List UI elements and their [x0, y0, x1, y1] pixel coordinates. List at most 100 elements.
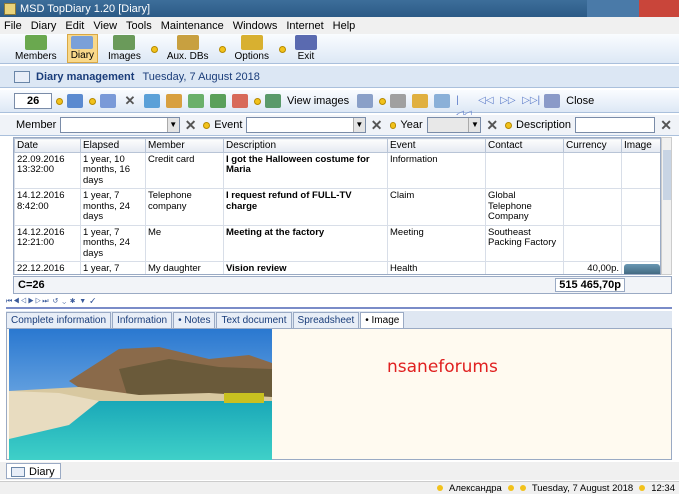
tab-complete-information[interactable]: Complete information — [6, 312, 112, 328]
maximize-button[interactable] — [613, 0, 639, 17]
clear-description-icon[interactable]: ✕ — [659, 118, 673, 132]
event-filter-label: Event — [214, 119, 243, 131]
previous-record-icon[interactable]: ◁◁ — [478, 94, 494, 108]
detail-tabs: Complete information Information • Notes… — [6, 311, 672, 328]
module-header: Diary management Tuesday, 7 August 2018 — [0, 66, 679, 88]
close-window-button[interactable] — [639, 0, 679, 17]
options-button[interactable]: Options — [232, 34, 272, 63]
chevron-down-icon[interactable]: ▼ — [468, 118, 481, 132]
cell-event: Meeting — [387, 224, 486, 262]
status-time: 12:34 — [651, 482, 675, 494]
menu-edit[interactable]: Edit — [65, 20, 84, 32]
chevron-down-icon[interactable]: ▼ — [352, 118, 365, 132]
view-images-label[interactable]: View images — [287, 95, 349, 107]
next-record-icon[interactable]: ▷▷ — [500, 94, 516, 108]
col-elapsed[interactable]: Elapsed — [80, 138, 146, 153]
clear-member-icon[interactable]: ✕ — [184, 118, 198, 132]
beach-photo[interactable] — [9, 329, 272, 460]
menu-internet[interactable]: Internet — [286, 20, 323, 32]
info-icon[interactable] — [100, 94, 116, 108]
currency-total: 515 465,70р — [555, 278, 625, 292]
book-icon — [11, 466, 25, 477]
record-count-field[interactable]: 26 — [14, 93, 52, 109]
minimize-button[interactable] — [587, 0, 613, 17]
menu-file[interactable]: File — [4, 20, 22, 32]
ship-icon[interactable] — [357, 94, 374, 108]
tab-text-document[interactable]: Text document — [216, 312, 292, 328]
monitor-icon[interactable] — [144, 94, 160, 108]
last-record-icon[interactable]: ▷▷| — [522, 94, 540, 108]
window-tab-label: Diary — [29, 465, 55, 478]
view-images-icon[interactable] — [265, 94, 281, 108]
menu-maintenance[interactable]: Maintenance — [161, 20, 224, 32]
col-image[interactable]: Image — [621, 138, 660, 153]
menu-view[interactable]: View — [93, 20, 117, 32]
window-tab-diary[interactable]: Diary — [6, 463, 61, 479]
member-filter-select[interactable]: ▼ — [60, 117, 180, 133]
members-button[interactable]: Members — [12, 34, 60, 63]
table-row[interactable]: 22.12.2016 13:14:00 1 year, 7 months, 16… — [14, 260, 660, 274]
edit-icon[interactable] — [166, 94, 182, 108]
scrollbar-thumb[interactable] — [663, 150, 671, 200]
cell-elapsed: 1 year, 10 months, 16 days — [80, 151, 146, 190]
close-label[interactable]: Close — [566, 95, 594, 107]
images-button[interactable]: Images — [105, 34, 144, 63]
exit-button[interactable]: Exit — [292, 34, 320, 63]
member-filter-label: Member — [16, 119, 57, 131]
table-row[interactable]: 14.12.2016 8:42:00 1 year, 7 months, 24 … — [14, 188, 660, 226]
table-row[interactable]: 14.12.2016 12:21:00 1 year, 7 months, 24… — [14, 224, 660, 262]
col-currency[interactable]: Currency — [563, 138, 622, 153]
tab-information[interactable]: Information — [112, 312, 173, 328]
status-date: Tuesday, 7 August 2018 — [531, 482, 634, 494]
menu-tools[interactable]: Tools — [126, 20, 152, 32]
menu-diary[interactable]: Diary — [31, 20, 57, 32]
grid-scrollbar[interactable] — [661, 137, 672, 275]
cell-elapsed: 1 year, 7 months, 24 days — [80, 188, 146, 226]
col-date[interactable]: Date — [14, 138, 81, 153]
copy-record-icon[interactable] — [210, 94, 226, 108]
clear-event-icon[interactable]: ✕ — [370, 118, 384, 132]
search-icon[interactable] — [434, 94, 451, 108]
images-icon — [113, 35, 136, 50]
module-title: Diary management — [36, 70, 135, 83]
tab-notes[interactable]: • Notes — [173, 312, 216, 328]
menu-windows[interactable]: Windows — [233, 20, 278, 32]
light-icon[interactable] — [412, 94, 429, 108]
diary-button[interactable]: Diary — [66, 34, 99, 63]
cell-member: Me — [145, 224, 224, 262]
col-event[interactable]: Event — [387, 138, 486, 153]
window-title: MSD TopDiary 1.20 [Diary] — [20, 2, 151, 15]
tab-spreadsheet[interactable]: Spreadsheet — [292, 312, 360, 328]
splitter[interactable] — [6, 307, 672, 309]
first-record-icon[interactable]: |◁◁ — [456, 94, 472, 120]
menu-help[interactable]: Help — [333, 20, 356, 32]
aux-dbs-button[interactable]: Aux. DBs — [164, 34, 212, 63]
members-icon — [24, 35, 47, 50]
close-icon[interactable] — [544, 94, 561, 108]
cell-date: 14.12.2016 8:42:00 — [14, 188, 81, 226]
diary-icon — [71, 36, 94, 49]
status-user: Александра — [448, 482, 502, 494]
cell-contact — [485, 260, 564, 274]
remove-record-icon[interactable] — [232, 94, 248, 108]
separator-dot — [278, 46, 286, 53]
delete-icon[interactable]: ✕ — [122, 94, 138, 108]
col-contact[interactable]: Contact — [485, 138, 564, 153]
table-row[interactable]: 22.09.2016 13:32:00 1 year, 10 months, 1… — [14, 151, 660, 190]
col-member[interactable]: Member — [145, 138, 224, 153]
cloud-icon[interactable] — [390, 94, 407, 108]
cell-image — [621, 224, 660, 262]
add-record-icon[interactable] — [188, 94, 204, 108]
list-view-icon[interactable] — [67, 94, 83, 108]
col-description[interactable]: Description — [223, 138, 388, 153]
year-filter-label: Year — [400, 119, 423, 131]
cell-image — [621, 151, 660, 190]
chevron-down-icon[interactable]: ▼ — [166, 118, 179, 132]
grid-navigator[interactable]: ⏮◀◁▶▷⏭ ↺ ⌄ ✱ ▼ ✓ — [6, 296, 672, 306]
eye-thumbnail[interactable] — [624, 263, 660, 274]
description-filter-input[interactable] — [575, 117, 656, 133]
year-filter-select[interactable]: ▼ — [426, 117, 482, 133]
event-filter-select[interactable]: ▼ — [246, 117, 366, 133]
clear-year-icon[interactable]: ✕ — [485, 118, 499, 132]
tab-image[interactable]: • Image — [360, 312, 405, 328]
